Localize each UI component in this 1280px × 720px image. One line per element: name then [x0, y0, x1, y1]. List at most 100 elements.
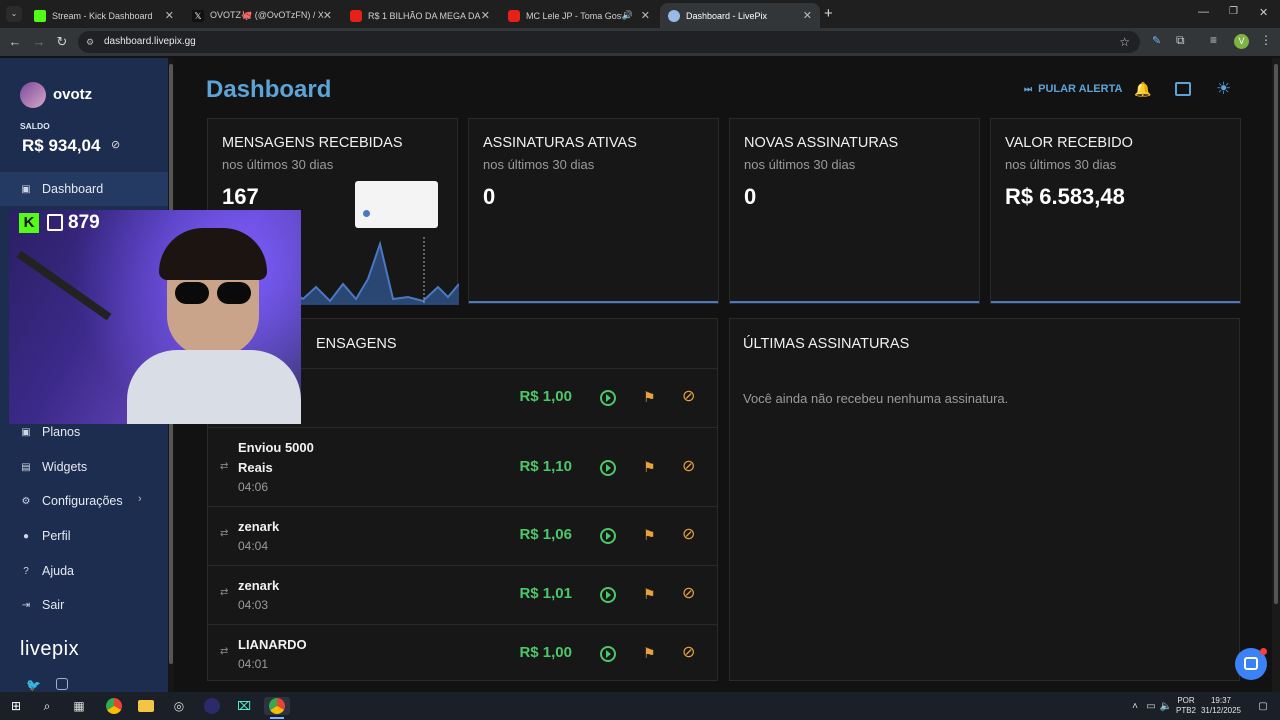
replay-alert-icon[interactable]	[600, 646, 616, 662]
replay-alert-icon[interactable]	[600, 460, 616, 476]
layout-toggle-icon[interactable]	[1175, 82, 1191, 96]
block-icon[interactable]: ⊘	[682, 586, 698, 602]
block-icon[interactable]: ⊘	[682, 527, 698, 543]
chat-support-button[interactable]	[1235, 648, 1267, 680]
replay-alert-icon[interactable]	[600, 587, 616, 603]
terminal-icon[interactable]: ⌧	[235, 697, 253, 715]
message-row: ⇄ LIANARDO 04:01 R$ 1,00 ⚑ ⊘	[208, 624, 718, 682]
stat-title: ASSINATURAS ATIVAS	[483, 135, 637, 151]
replay-alert-icon[interactable]	[600, 528, 616, 544]
hide-balance-icon[interactable]: ⊘	[111, 138, 120, 151]
youtube-favicon-icon	[350, 9, 362, 22]
notifications-bell-icon[interactable]: 🔔	[1134, 81, 1151, 98]
chrome-active-icon[interactable]	[264, 697, 290, 715]
browser-tab[interactable]: MC Lele JP - Toma Gostoso 🔊 ✕	[500, 3, 658, 28]
sidebar-item-perfil[interactable]: ● Perfil	[0, 519, 168, 553]
file-explorer-icon[interactable]	[137, 697, 155, 715]
message-amount: R$ 1,00	[519, 388, 572, 405]
browser-tab[interactable]: 𝕏 OVOTZ🐙 (@OvOTzFN) / X ✕	[184, 3, 340, 28]
forward-arrow-icon[interactable]: →	[31, 34, 47, 50]
block-icon[interactable]: ⊘	[682, 459, 698, 475]
report-flag-icon[interactable]: ⚑	[643, 586, 659, 602]
extensions-puzzle-icon[interactable]: ⧉	[1176, 33, 1185, 48]
keyboard-language[interactable]: POR PTB2	[1172, 696, 1200, 716]
livepix-favicon-icon	[668, 9, 680, 22]
task-view-icon[interactable]: ▦	[70, 697, 88, 715]
reload-icon[interactable]: ↻	[54, 34, 70, 50]
message-sender: zenark	[238, 578, 280, 593]
username: ovotz	[53, 86, 93, 103]
browser-tab-active[interactable]: Dashboard - LivePix ✕	[660, 3, 820, 28]
transfer-icon: ⇄	[220, 646, 229, 657]
sidebar-item-sair[interactable]: ⇥ Sair	[0, 588, 168, 622]
scrollbar-thumb[interactable]	[1274, 64, 1278, 604]
settings-icon: ⚙	[21, 495, 31, 507]
kick-favicon-icon	[34, 9, 46, 22]
close-tab-icon[interactable]: ✕	[641, 9, 650, 22]
main-content: Dashboard ⏭ PULAR ALERTA 🔔 ☀ MENSAGENS RE…	[174, 58, 1272, 692]
profile-avatar[interactable]: V	[1234, 34, 1249, 49]
report-flag-icon[interactable]: ⚑	[643, 459, 659, 475]
block-icon[interactable]: ⊘	[682, 389, 698, 405]
main-scrollbar[interactable]	[1272, 58, 1280, 692]
sidebar-item-widgets[interactable]: ▤ Widgets	[0, 450, 168, 484]
widgets-icon: ▤	[21, 461, 31, 473]
stat-subtitle: nos últimos 30 dias	[483, 157, 595, 172]
viewer-count: 879	[68, 212, 100, 233]
site-info-icon[interactable]: ⚙	[86, 31, 94, 53]
url-field[interactable]: ⚙ dashboard.livepix.gg ☆	[78, 31, 1140, 53]
sidebar-item-ajuda[interactable]: ? Ajuda	[0, 554, 168, 588]
balance-value: R$ 934,04	[22, 136, 101, 155]
new-tab-button[interactable]: +	[824, 5, 833, 22]
theme-toggle-sun-icon[interactable]: ☀	[1216, 79, 1231, 99]
sidebar-item-configuracoes[interactable]: ⚙ Configurações ›	[0, 484, 168, 518]
close-tab-icon[interactable]: ✕	[323, 9, 332, 22]
stat-title: NOVAS ASSINATURAS	[744, 135, 899, 151]
chrome-icon[interactable]	[105, 697, 123, 715]
twitter-icon[interactable]: 🐦	[26, 678, 41, 692]
replay-alert-icon[interactable]	[600, 390, 616, 406]
close-tab-icon[interactable]: ✕	[165, 9, 174, 22]
sidebar-item-label: Perfil	[42, 529, 71, 543]
report-flag-icon[interactable]: ⚑	[643, 645, 659, 661]
stat-value: R$ 6.583,48	[1005, 184, 1125, 209]
reading-list-icon[interactable]: ≡	[1210, 33, 1217, 47]
kick-logo-icon: K	[19, 213, 39, 233]
restore-window-icon[interactable]: ❐	[1229, 6, 1238, 17]
close-window-icon[interactable]: ✕	[1259, 6, 1268, 19]
block-icon[interactable]: ⊘	[682, 645, 698, 661]
notifications-icon[interactable]: ▢	[1254, 697, 1272, 715]
message-row: ⇄ zenark 04:04 R$ 1,06 ⚑ ⊘	[208, 506, 718, 565]
message-time: 04:01	[238, 657, 269, 671]
report-flag-icon[interactable]: ⚑	[643, 389, 659, 405]
url-text: dashboard.livepix.gg	[104, 36, 196, 47]
clock[interactable]: 19:37 31/12/2025	[1198, 696, 1244, 716]
message-amount: R$ 1,00	[519, 644, 572, 661]
user-avatar[interactable]	[20, 82, 46, 108]
back-arrow-icon[interactable]: ←	[7, 34, 23, 50]
minimize-window-icon[interactable]: —	[1198, 6, 1209, 18]
bookmark-star-icon[interactable]: ☆	[1119, 31, 1130, 53]
subscriptions-panel: ÚLTIMAS ASSINATURAS Você ainda não receb…	[729, 318, 1240, 681]
browser-tab[interactable]: R$ 1 BILHÃO DA MEGA DA VIRA ✕	[342, 3, 498, 28]
app-icon[interactable]: ◎	[170, 697, 188, 715]
translate-extension-icon[interactable]: ✎	[1152, 34, 1161, 47]
report-flag-icon[interactable]: ⚑	[643, 527, 659, 543]
close-tab-icon[interactable]: ✕	[803, 9, 812, 22]
obs-icon[interactable]	[203, 697, 221, 715]
stat-subtitle: nos últimos 30 dias	[1005, 157, 1117, 172]
sidebar-item-dashboard[interactable]: ▣ Dashboard	[0, 172, 168, 206]
browser-menu-icon[interactable]: ⋮	[1260, 33, 1272, 47]
dashboard-icon: ▣	[21, 183, 31, 195]
skip-alert-button[interactable]: ⏭ PULAR ALERTA	[1024, 83, 1122, 95]
search-icon[interactable]: ⌕	[38, 697, 56, 715]
close-tab-icon[interactable]: ✕	[481, 9, 490, 22]
instagram-icon[interactable]	[56, 678, 68, 690]
balance-label: SALDO	[20, 121, 50, 131]
sparkline-baseline	[991, 301, 1240, 303]
audio-playing-icon[interactable]: 🔊	[622, 10, 633, 21]
browser-tab[interactable]: Stream - Kick Dashboard ✕	[26, 3, 182, 28]
skip-alert-label: PULAR ALERTA	[1038, 83, 1123, 95]
windows-start-icon[interactable]: ⊞	[7, 697, 25, 715]
tab-search-button[interactable]: ⌄	[6, 6, 22, 22]
